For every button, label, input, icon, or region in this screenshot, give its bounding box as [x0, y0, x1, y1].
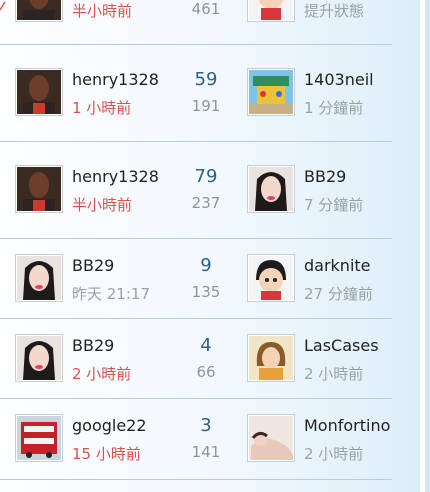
- scrollbar-track[interactable]: [420, 0, 430, 492]
- avatar[interactable]: [247, 254, 295, 302]
- right-time: 2 小時前: [304, 365, 364, 383]
- right-time: 2 小時前: [304, 445, 364, 463]
- woman-avatar-icon: [249, 416, 293, 460]
- left-username[interactable]: BB29: [72, 256, 114, 275]
- avatar[interactable]: [247, 414, 295, 462]
- left-time: 1 小時前: [72, 99, 132, 117]
- thread-row[interactable]: 半小時前 461 提升狀態: [0, 0, 392, 44]
- reply-count: 9: [200, 255, 212, 276]
- view-count: 135: [191, 283, 221, 301]
- avatar[interactable]: [15, 414, 63, 462]
- woman-avatar-icon: [17, 256, 61, 300]
- woman-avatar-icon: [249, 336, 293, 380]
- left-time: 15 小時前: [72, 445, 141, 463]
- left-username[interactable]: BB29: [72, 336, 114, 355]
- cartoon-avatar-icon: [249, 256, 293, 300]
- right-time: 1 分鐘前: [304, 99, 364, 117]
- left-username[interactable]: henry1328: [72, 167, 159, 186]
- avatar[interactable]: [247, 0, 295, 22]
- view-count: 191: [191, 97, 221, 115]
- thread-row[interactable]: google22 15 小時前 3 141 Monfortino 2 小時前: [0, 399, 392, 479]
- avatar[interactable]: [15, 254, 63, 302]
- avatar[interactable]: [15, 68, 63, 116]
- reply-count: 3: [200, 415, 212, 436]
- right-time: 7 分鐘前: [304, 196, 364, 214]
- cartoon-avatar-icon: [249, 0, 293, 20]
- bus-avatar-icon: [17, 416, 61, 460]
- view-count: 237: [191, 194, 221, 212]
- thread-row[interactable]: henry1328 半小時前 79 237 BB29 7 分鐘前: [0, 142, 392, 238]
- thread-row[interactable]: henry1328 1 小時前 59 191 1403neil 1 分鐘前: [0, 45, 392, 141]
- left-time: 半小時前: [72, 2, 133, 20]
- avatar[interactable]: [247, 334, 295, 382]
- thread-row[interactable]: BB29 昨天 21:17 9 135 darknite 27 分鐘前: [0, 239, 392, 318]
- thread-row[interactable]: BB29 2 小時前 4 66 LasCases 2 小時前: [0, 319, 392, 398]
- left-username[interactable]: henry1328: [72, 70, 159, 89]
- reply-count: 4: [200, 335, 212, 356]
- row-separator: [0, 479, 392, 480]
- avatar[interactable]: [247, 165, 295, 213]
- view-count: 141: [191, 443, 221, 461]
- right-username[interactable]: BB29: [304, 167, 346, 186]
- reply-count: 79: [194, 166, 218, 187]
- reply-count: 59: [194, 69, 218, 90]
- woman-avatar-icon: [249, 167, 293, 211]
- left-time: 昨天 21:17: [72, 285, 150, 303]
- right-username[interactable]: LasCases: [304, 336, 379, 355]
- thread-list-panel: 半小時前 461 提升狀態 henry1328 1 小時前 59 191 140…: [0, 0, 420, 492]
- playground-avatar-icon: [249, 70, 293, 114]
- man-avatar-icon: [17, 167, 61, 211]
- view-count: 66: [196, 363, 216, 381]
- scrollbar-thumb[interactable]: [425, 0, 430, 492]
- left-time: 2 小時前: [72, 365, 132, 383]
- man-avatar-icon: [17, 0, 61, 20]
- avatar[interactable]: [247, 68, 295, 116]
- woman-avatar-icon: [17, 336, 61, 380]
- avatar[interactable]: [15, 165, 63, 213]
- right-username[interactable]: 1403neil: [304, 70, 374, 89]
- right-time: 提升狀態: [304, 2, 365, 20]
- avatar[interactable]: [15, 0, 63, 22]
- right-username[interactable]: darknite: [304, 256, 371, 275]
- left-username[interactable]: google22: [72, 416, 147, 435]
- right-username[interactable]: Monfortino: [304, 416, 390, 435]
- view-count: 461: [191, 0, 221, 18]
- man-avatar-icon: [17, 70, 61, 114]
- right-time: 27 分鐘前: [304, 285, 373, 303]
- avatar[interactable]: [15, 334, 63, 382]
- left-time: 半小時前: [72, 196, 133, 214]
